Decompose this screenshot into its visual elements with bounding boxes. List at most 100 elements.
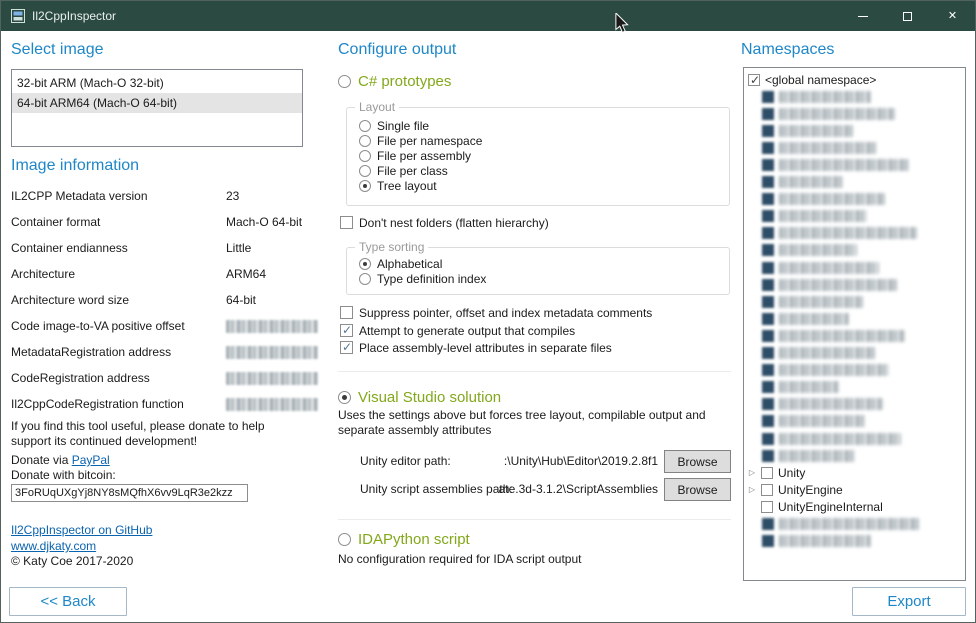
namespace-checkbox[interactable]	[762, 381, 774, 393]
namespace-checkbox[interactable]	[762, 227, 774, 239]
info-row: Container format Mach-O 64-bit	[11, 215, 303, 241]
namespace-item-redacted[interactable]	[744, 242, 965, 259]
namespace-item-redacted[interactable]	[744, 105, 965, 122]
namespace-checkbox[interactable]	[762, 262, 774, 274]
namespace-item-redacted[interactable]	[744, 122, 965, 139]
browse-assemblies-path-button[interactable]: Browse	[664, 478, 731, 501]
namespace-item-redacted[interactable]	[744, 208, 965, 225]
checkbox-generate-compilable-output[interactable]: Attempt to generate output that compiles	[340, 323, 575, 338]
namespace-item-redacted[interactable]	[744, 362, 965, 379]
namespace-checkbox[interactable]	[748, 74, 760, 86]
namespace-item-redacted[interactable]	[744, 447, 965, 464]
namespace-checkbox[interactable]	[761, 467, 773, 479]
namespaces-list[interactable]: <global namespace> ▷ Unity ▷ UnityEngine…	[743, 67, 966, 581]
radio-idapython-script[interactable]: IDAPython script	[338, 529, 470, 549]
namespace-checkbox[interactable]	[762, 535, 774, 547]
namespace-checkbox[interactable]	[762, 296, 774, 308]
radio-option-alphabetical[interactable]: Alphabetical	[359, 256, 729, 271]
namespace-item-redacted[interactable]	[744, 413, 965, 430]
website-link[interactable]: www.djkaty.com	[11, 539, 96, 553]
radio-visual-studio-solution[interactable]: Visual Studio solution	[338, 387, 501, 407]
redacted-text	[779, 364, 889, 376]
radio-option-tree-layout[interactable]: Tree layout	[359, 178, 729, 193]
namespace-item-redacted[interactable]	[744, 191, 965, 208]
image-option-32bit-arm[interactable]: 32-bit ARM (Mach-O 32-bit)	[12, 73, 302, 93]
namespace-checkbox[interactable]	[762, 108, 774, 120]
namespace-item-redacted[interactable]	[744, 259, 965, 276]
namespace-checkbox[interactable]	[762, 313, 774, 325]
namespace-checkbox[interactable]	[762, 450, 774, 462]
namespace-item-global[interactable]: <global namespace>	[744, 71, 965, 88]
namespace-checkbox[interactable]	[762, 176, 774, 188]
namespace-item-redacted[interactable]	[744, 310, 965, 327]
redacted-text	[779, 244, 857, 256]
namespace-item-unityengine[interactable]: ▷ UnityEngine	[744, 481, 965, 498]
namespace-item-unityengineinternal[interactable]: UnityEngineInternal	[744, 498, 965, 515]
namespace-item-redacted[interactable]	[744, 379, 965, 396]
radio-option-single-file[interactable]: Single file	[359, 118, 729, 133]
namespace-item-redacted[interactable]	[744, 396, 965, 413]
github-link[interactable]: Il2CppInspector on GitHub	[11, 523, 152, 537]
minimize-button[interactable]	[840, 1, 885, 31]
checkbox-assembly-attributes-separate-files[interactable]: Place assembly-level attributes in separ…	[340, 340, 612, 355]
namespace-item-redacted[interactable]	[744, 156, 965, 173]
close-button[interactable]: ✕	[930, 1, 975, 31]
namespace-checkbox[interactable]	[762, 433, 774, 445]
namespace-checkbox[interactable]	[762, 415, 774, 427]
back-button[interactable]: << Back	[9, 587, 127, 616]
expander-icon[interactable]: ▷	[748, 486, 756, 494]
namespace-item-unity[interactable]: ▷ Unity	[744, 464, 965, 481]
namespace-checkbox[interactable]	[762, 518, 774, 530]
namespace-checkbox[interactable]	[762, 159, 774, 171]
expander-icon[interactable]: ▷	[748, 469, 756, 477]
namespace-checkbox[interactable]	[762, 364, 774, 376]
namespace-checkbox[interactable]	[762, 210, 774, 222]
radio-csharp-prototypes[interactable]: C# prototypes	[338, 71, 451, 91]
radio-option-file-per-class[interactable]: File per class	[359, 163, 729, 178]
checkbox-flatten-hierarchy[interactable]: Don't nest folders (flatten hierarchy)	[340, 215, 549, 230]
namespaces-redacted-above	[744, 88, 965, 464]
radio-option-type-definition-index[interactable]: Type definition index	[359, 271, 729, 286]
paypal-link[interactable]: PayPal	[72, 453, 110, 467]
namespace-item-redacted[interactable]	[744, 174, 965, 191]
namespace-item-redacted[interactable]	[744, 88, 965, 105]
namespace-item-redacted[interactable]	[744, 276, 965, 293]
namespace-checkbox[interactable]	[762, 330, 774, 342]
namespace-checkbox[interactable]	[761, 501, 773, 513]
namespace-checkbox[interactable]	[762, 347, 774, 359]
radio-icon	[359, 165, 371, 177]
namespace-checkbox[interactable]	[762, 244, 774, 256]
namespace-checkbox[interactable]	[762, 398, 774, 410]
namespace-item-redacted[interactable]	[744, 293, 965, 310]
redacted-text	[779, 313, 849, 325]
export-button[interactable]: Export	[852, 587, 966, 616]
radio-option-file-per-namespace[interactable]: File per namespace	[359, 133, 729, 148]
namespace-label: Unity	[778, 466, 805, 480]
namespace-item-redacted[interactable]	[744, 225, 965, 242]
unity-assemblies-path-value[interactable]: ate.3d-3.1.2\ScriptAssemblies	[458, 482, 658, 496]
namespace-checkbox[interactable]	[762, 142, 774, 154]
namespace-checkbox[interactable]	[762, 91, 774, 103]
info-row: Code image-to-VA positive offset	[11, 319, 303, 345]
radio-option-file-per-assembly[interactable]: File per assembly	[359, 148, 729, 163]
namespace-checkbox[interactable]	[762, 193, 774, 205]
unity-editor-path-value[interactable]: :\Unity\Hub\Editor\2019.2.8f1	[458, 454, 658, 468]
namespace-item-redacted[interactable]	[744, 327, 965, 344]
redacted-text	[779, 176, 843, 188]
namespace-item-redacted[interactable]	[744, 430, 965, 447]
namespace-item-redacted[interactable]	[744, 515, 965, 532]
namespace-checkbox[interactable]	[761, 484, 773, 496]
namespace-item-redacted[interactable]	[744, 345, 965, 362]
info-label: MetadataRegistration address	[11, 345, 171, 359]
namespace-checkbox[interactable]	[762, 125, 774, 137]
bitcoin-address-input[interactable]	[11, 484, 248, 502]
browse-editor-path-button[interactable]: Browse	[664, 450, 731, 473]
type-sorting-group-title: Type sorting	[355, 240, 428, 254]
image-option-64bit-arm64[interactable]: 64-bit ARM64 (Mach-O 64-bit)	[12, 93, 302, 113]
checkbox-suppress-metadata-comments[interactable]: Suppress pointer, offset and index metad…	[340, 305, 652, 320]
redacted-text	[779, 193, 885, 205]
namespace-item-redacted[interactable]	[744, 139, 965, 156]
maximize-button[interactable]	[885, 1, 930, 31]
namespace-checkbox[interactable]	[762, 279, 774, 291]
namespace-item-redacted[interactable]	[744, 533, 965, 550]
